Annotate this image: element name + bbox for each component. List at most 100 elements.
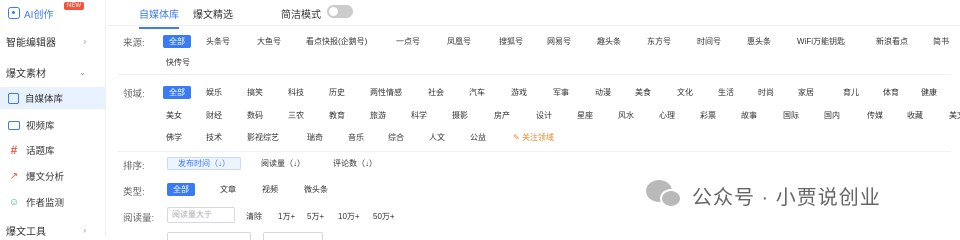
domain-option[interactable]: 游戏 [511,86,527,99]
domain-label: 领域: [123,89,145,100]
domain-option[interactable]: 数码 [247,109,263,122]
sort-option[interactable]: 发布时间（↓） [167,157,241,170]
domain-option[interactable]: 影视综艺 [247,131,279,144]
domain-option[interactable]: 生活 [718,86,734,99]
reads-option[interactable]: 5万+ [307,210,324,223]
reads-option[interactable]: 50万+ [373,210,395,223]
domain-option[interactable]: 房产 [494,109,510,122]
domain-option[interactable]: 时尚 [758,86,774,99]
sort-option[interactable]: 阅读量（↓） [261,157,305,170]
domain-option[interactable]: 技术 [206,131,222,144]
ai-create-entry[interactable]: AI创作 NEW [8,2,84,22]
domain-option[interactable]: 综合 [388,131,404,144]
source-option[interactable]: 新浪看点 [876,35,908,48]
source-label: 来源: [123,38,145,49]
source-option[interactable]: 趣头条 [597,35,621,48]
type-option[interactable]: 视频 [262,183,278,196]
domain-option[interactable]: 家居 [798,86,814,99]
sidebar-group-tools[interactable]: 爆文工具 › [0,219,106,240]
source-option[interactable]: 简书 [933,35,949,48]
domain-option[interactable]: 音乐 [348,131,364,144]
simple-mode-toggle[interactable] [327,5,353,18]
sort-option[interactable]: 评论数（↓） [333,157,377,170]
sidebar-item-author-monitor[interactable]: ☺ 作者监测 [0,191,106,213]
sidebar-group-editor[interactable]: 智能编辑器 › [0,30,106,52]
domain-option[interactable]: 风水 [618,109,634,122]
domain-option[interactable]: 设计 [536,109,552,122]
domain-option[interactable]: 旅游 [370,109,386,122]
domain-option[interactable]: 国内 [824,109,840,122]
domain-option[interactable]: 两性情感 [370,86,402,99]
reads-option[interactable]: 1万+ [278,210,295,223]
domain-option[interactable]: 健康 [921,86,937,99]
source-option[interactable]: 时间号 [697,35,721,48]
domain-option[interactable]: 人文 [429,131,445,144]
domain-option[interactable]: 娱乐 [206,86,222,99]
domain-option[interactable]: 收藏 [907,109,923,122]
domain-option[interactable]: 科学 [411,109,427,122]
source-option[interactable]: 东方号 [647,35,671,48]
type-option[interactable]: 文章 [220,183,236,196]
type-option[interactable]: 全部 [167,183,195,196]
filter-input[interactable] [167,232,251,240]
sidebar-item-media-library[interactable]: 自媒体库 [0,87,106,109]
source-option[interactable]: 快传号 [166,56,190,69]
domain-option[interactable]: 育儿 [843,86,859,99]
domain-option[interactable]: 彩票 [700,109,716,122]
domain-option[interactable]: 军事 [553,86,569,99]
domain-option[interactable]: 星座 [577,109,593,122]
domain-option[interactable]: 佛学 [166,131,182,144]
source-option[interactable]: 凤凰号 [447,35,471,48]
sort-label: 排序: [123,161,145,172]
domain-option[interactable]: 体育 [883,86,899,99]
domain-option[interactable]: 动漫 [595,86,611,99]
source-option[interactable]: 惠头条 [747,35,771,48]
wechat-logo-icon [646,180,684,210]
source-option[interactable]: 搜狐号 [499,35,523,48]
sidebar-item-analysis[interactable]: ↗ 爆文分析 [0,165,106,187]
domain-option[interactable]: 传媒 [867,109,883,122]
domain-option[interactable]: 搞笑 [247,86,263,99]
ai-create-icon [8,7,20,19]
source-option[interactable]: WiFi万能钥匙 [797,35,845,48]
reads-option[interactable]: 清除 [246,210,262,223]
domain-option[interactable]: 历史 [329,86,345,99]
source-option[interactable]: 全部 [163,35,191,48]
source-option[interactable]: 一点号 [396,35,420,48]
watermark-text: 公众号 · 小贾说创业 [692,186,881,209]
domain-option[interactable]: 全部 [163,86,191,99]
domain-option[interactable]: 美食 [635,86,651,99]
domain-option[interactable]: 汽车 [469,86,485,99]
simple-mode-label: 简洁模式 [281,10,321,21]
domain-option[interactable]: 科技 [288,86,304,99]
sidebar-item-topics[interactable]: # 话题库 [0,139,106,161]
source-option[interactable]: 大鱼号 [257,35,281,48]
domain-option[interactable]: 文化 [677,86,693,99]
sidebar-item-video[interactable]: 视频库 [0,114,106,136]
domain-option[interactable]: 公益 [470,131,486,144]
domain-option[interactable]: 国际 [783,109,799,122]
domain-option[interactable]: 教育 [329,109,345,122]
domain-option[interactable]: 摄影 [452,109,468,122]
domain-option[interactable]: 美女 [166,109,182,122]
tab-featured[interactable]: 爆文精选 [193,6,233,21]
source-option[interactable]: 头条号 [206,35,230,48]
domain-option[interactable]: 财经 [206,109,222,122]
domain-option[interactable]: 社会 [428,86,444,99]
source-option[interactable]: 看点快报(企鹅号) [306,35,367,48]
source-option[interactable]: 网易号 [547,35,571,48]
domain-option[interactable]: 故事 [741,109,757,122]
reads-min-input[interactable]: 阅读量大于 [167,207,235,223]
sidebar-group-label: 爆文素材 [6,68,46,80]
domain-option[interactable]: 心理 [659,109,675,122]
domain-option[interactable]: 美文 [949,109,960,122]
follow-domain-button[interactable]: ✎ 关注领域 [513,131,554,144]
sidebar-group-materials[interactable]: 爆文素材 ⌄ [0,61,106,83]
domain-option[interactable]: 三农 [288,109,304,122]
domain-option[interactable]: 瑞奇 [307,131,323,144]
tab-media-library[interactable]: 自媒体库 [139,6,179,29]
reads-option[interactable]: 10万+ [338,210,360,223]
reads-label: 阅读量: [123,213,155,224]
type-option[interactable]: 微头条 [304,183,328,196]
filter-input[interactable] [263,232,323,240]
